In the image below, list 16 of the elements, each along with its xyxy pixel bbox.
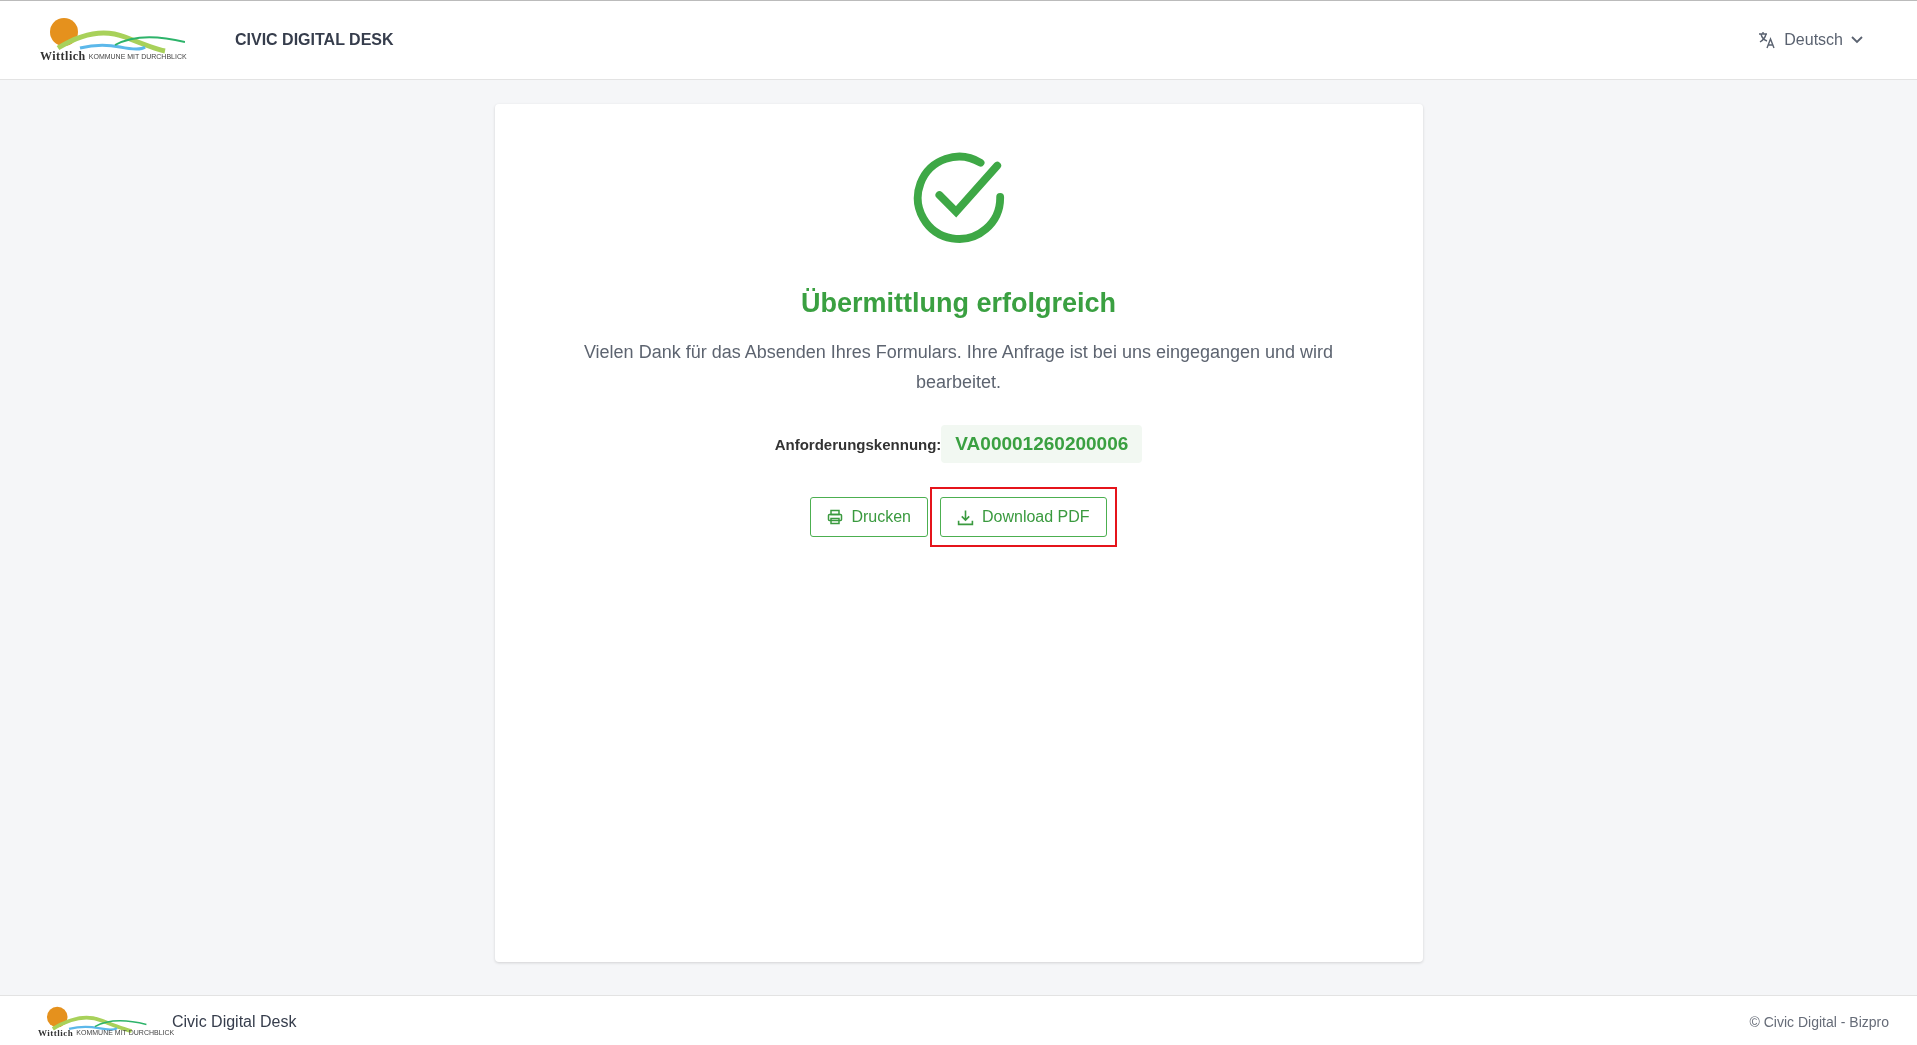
request-id-value: VA00001260200006: [941, 425, 1143, 463]
download-button[interactable]: Download PDF: [940, 497, 1107, 537]
language-selector[interactable]: Deutsch: [1752, 30, 1869, 50]
request-id-label: Anforderungskennung:: [774, 435, 942, 453]
footer-title: Civic Digital Desk: [172, 1012, 297, 1030]
download-icon: [957, 508, 974, 526]
logo-name: Wittlich: [40, 48, 86, 64]
print-button[interactable]: Drucken: [810, 497, 928, 537]
chevron-down-icon: [1851, 36, 1863, 44]
translate-icon: [1758, 31, 1777, 49]
printer-icon: [827, 509, 844, 525]
success-heading: Übermittlung erfolgreich: [801, 288, 1116, 319]
app-title: CIVIC DIGITAL DESK: [235, 31, 394, 49]
confirmation-message: Vielen Dank für das Absenden Ihres Formulars. Ihre Anfrage ist bei uns eingegangen und wird bearbeitet.: [582, 341, 1335, 394]
copyright-text: © Civic Digital - Bizpro: [1749, 1013, 1889, 1030]
logo-name: Wittlich: [38, 1027, 74, 1038]
